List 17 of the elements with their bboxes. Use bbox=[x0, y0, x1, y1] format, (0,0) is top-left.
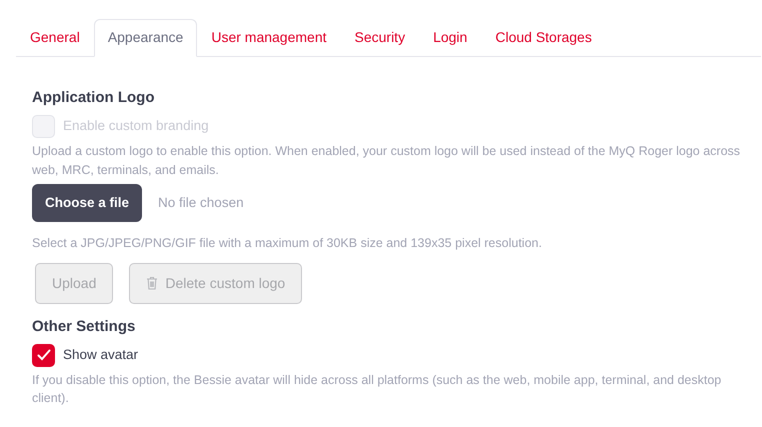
tab[interactable]: General bbox=[16, 19, 94, 57]
checkmark-icon bbox=[36, 349, 50, 361]
checkbox[interactable] bbox=[32, 344, 55, 366]
help-text: If you disable this option, the Bessie avatar will hide across all platforms (such as the web, mobile app, terminal, and desktop client). bbox=[32, 372, 722, 408]
section-title: Other Settings bbox=[32, 318, 136, 336]
file-status: No file chosen bbox=[158, 194, 244, 212]
choose-file-button[interactable]: Choose a file bbox=[32, 184, 142, 222]
file-hint: Select a JPG/JPEG/PNG/GIF file with a maximum of 30KB size and 139x35 pixel resolution. bbox=[32, 234, 543, 252]
tab[interactable]: User management bbox=[197, 19, 340, 57]
trash-icon bbox=[146, 276, 158, 290]
tab[interactable]: Cloud Storages bbox=[481, 19, 606, 57]
section-title: Application Logo bbox=[32, 89, 156, 107]
tab[interactable]: Security bbox=[340, 19, 420, 57]
help-text: Upload a custom logo to enable this option. When enabled, your custom logo will be used instead of the MyQ Roger logo across web, MRC, terminals, and emails. bbox=[32, 143, 742, 179]
tab[interactable]: Login bbox=[419, 19, 482, 57]
tab[interactable]: Appearance bbox=[94, 19, 198, 57]
checkbox-label: Show avatar bbox=[63, 346, 138, 364]
